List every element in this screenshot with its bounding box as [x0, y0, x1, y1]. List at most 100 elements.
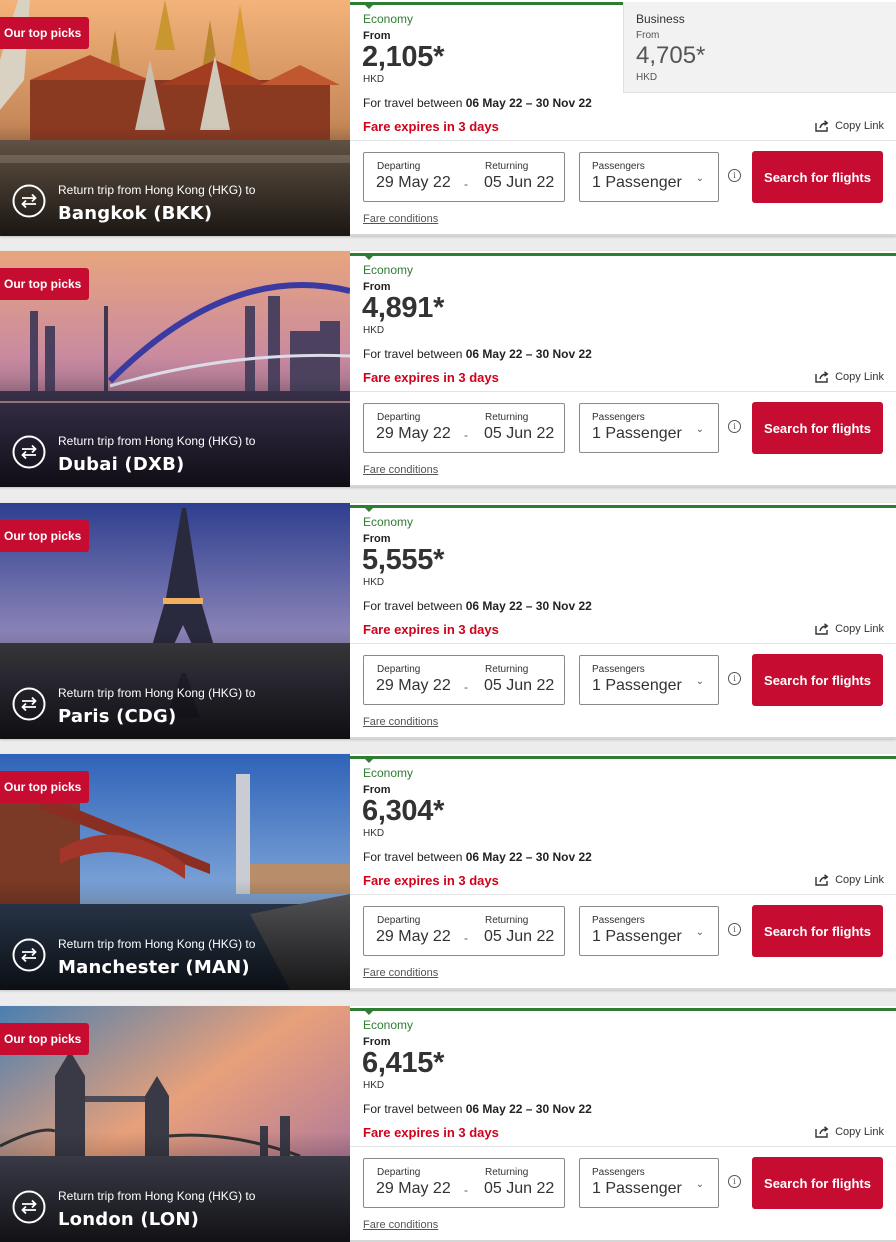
- fare-expiry: Fare expires in 3 days: [363, 873, 499, 888]
- copy-link-button[interactable]: Copy Link: [815, 623, 884, 635]
- business-from-label: From: [636, 30, 660, 41]
- fare-conditions-link[interactable]: Fare conditions: [363, 213, 438, 225]
- round-trip-arrows-icon: [12, 687, 46, 721]
- copy-link-button[interactable]: Copy Link: [815, 120, 884, 132]
- fare-price: 4,891*: [362, 292, 445, 324]
- fare-conditions-link[interactable]: Fare conditions: [363, 464, 438, 476]
- date-selector[interactable]: Departing 29 May 22 - Returning 05 Jun 2…: [363, 1158, 565, 1208]
- copy-link-label: Copy Link: [835, 874, 884, 886]
- fare-price: 5,555*: [362, 544, 445, 576]
- chevron-down-icon: ⌄: [695, 424, 704, 435]
- business-cabin-tab[interactable]: Business From 4,705* HKD: [623, 2, 896, 93]
- travel-period: For travel between 06 May 22 – 30 Nov 22: [363, 347, 592, 361]
- returning-label: Returning: [485, 161, 529, 172]
- copy-link-label: Copy Link: [835, 120, 884, 132]
- tab-pointer: [364, 255, 374, 260]
- trip-label: Return trip from Hong Kong (HKG) to: [58, 183, 256, 197]
- copy-link-button[interactable]: Copy Link: [815, 371, 884, 383]
- search-flights-button[interactable]: Search for flights: [752, 654, 883, 706]
- destination-name: London (LON): [58, 1209, 200, 1230]
- cabin-class-tab[interactable]: Economy: [363, 1018, 413, 1032]
- tab-pointer: [364, 507, 374, 512]
- top-picks-badge: Our top picks: [0, 17, 89, 49]
- destination-photo-bangkok: Our top picks Return trip from Hong Kong…: [0, 0, 350, 236]
- fare-expiry: Fare expires in 3 days: [363, 1125, 499, 1140]
- share-icon: [815, 120, 829, 132]
- share-icon: [815, 874, 829, 886]
- passenger-selector[interactable]: Passengers 1 Passenger ⌄: [579, 655, 719, 705]
- info-icon[interactable]: i: [728, 420, 741, 433]
- search-flights-button[interactable]: Search for flights: [752, 151, 883, 203]
- fare-conditions-link[interactable]: Fare conditions: [363, 716, 438, 728]
- passenger-selector[interactable]: Passengers 1 Passenger ⌄: [579, 152, 719, 202]
- destination-name: Manchester (MAN): [58, 957, 250, 978]
- passenger-selector[interactable]: Passengers 1 Passenger ⌄: [579, 1158, 719, 1208]
- departing-label: Departing: [377, 1167, 421, 1178]
- departing-label: Departing: [377, 412, 421, 423]
- divider: [350, 643, 896, 644]
- cabin-class-tab[interactable]: Economy: [363, 766, 413, 780]
- passenger-selector[interactable]: Passengers 1 Passenger ⌄: [579, 906, 719, 956]
- share-icon: [815, 371, 829, 383]
- fare-detail: Economy From 6,304* HKD For travel betwe…: [350, 754, 896, 990]
- economy-tab-indicator: [350, 1008, 896, 1011]
- cabin-class-tab[interactable]: Economy: [363, 12, 413, 26]
- round-trip-arrows-icon: [12, 184, 46, 218]
- info-icon[interactable]: i: [728, 672, 741, 685]
- round-trip-arrows-icon: [12, 938, 46, 972]
- copy-link-label: Copy Link: [835, 1126, 884, 1138]
- info-icon[interactable]: i: [728, 169, 741, 182]
- economy-tab-indicator: [350, 253, 896, 256]
- travel-period: For travel between 06 May 22 – 30 Nov 22: [363, 1102, 592, 1116]
- returning-label: Returning: [485, 412, 529, 423]
- business-currency: HKD: [636, 72, 658, 83]
- travel-range: 06 May 22 – 30 Nov 22: [465, 850, 592, 864]
- cabin-class-tab[interactable]: Economy: [363, 263, 413, 277]
- search-flights-button[interactable]: Search for flights: [752, 402, 883, 454]
- share-icon: [815, 623, 829, 635]
- fare-conditions-link[interactable]: Fare conditions: [363, 967, 438, 979]
- fare-conditions-link[interactable]: Fare conditions: [363, 1219, 438, 1231]
- copy-link-label: Copy Link: [835, 623, 884, 635]
- date-selector[interactable]: Departing 29 May 22 - Returning 05 Jun 2…: [363, 655, 565, 705]
- returning-label: Returning: [485, 915, 529, 926]
- passenger-count: 1 Passenger: [592, 174, 682, 191]
- fare-expiry: Fare expires in 3 days: [363, 622, 499, 637]
- card-bottom-border: [350, 485, 896, 487]
- chevron-down-icon: ⌄: [695, 676, 704, 687]
- offer-card-bangkok: Our top picks Return trip from Hong Kong…: [0, 0, 896, 236]
- info-icon[interactable]: i: [728, 1175, 741, 1188]
- trip-label: Return trip from Hong Kong (HKG) to: [58, 1189, 256, 1203]
- business-price: 4,705*: [636, 42, 706, 69]
- passengers-label: Passengers: [592, 412, 645, 423]
- copy-link-button[interactable]: Copy Link: [815, 1126, 884, 1138]
- cabin-class-tab[interactable]: Economy: [363, 515, 413, 529]
- date-selector[interactable]: Departing 29 May 22 - Returning 05 Jun 2…: [363, 403, 565, 453]
- date-selector[interactable]: Departing 29 May 22 - Returning 05 Jun 2…: [363, 152, 565, 202]
- returning-label: Returning: [485, 1167, 529, 1178]
- copy-link-button[interactable]: Copy Link: [815, 874, 884, 886]
- divider: [350, 894, 896, 895]
- trip-label: Return trip from Hong Kong (HKG) to: [58, 937, 256, 951]
- fare-price: 6,304*: [362, 795, 445, 827]
- currency: HKD: [363, 1080, 385, 1091]
- destination-name: Bangkok (BKK): [58, 203, 213, 224]
- date-selector[interactable]: Departing 29 May 22 - Returning 05 Jun 2…: [363, 906, 565, 956]
- top-picks-badge: Our top picks: [0, 1023, 89, 1055]
- fare-detail: Economy From 6,415* HKD For travel betwe…: [350, 1006, 896, 1242]
- date-separator: -: [464, 177, 468, 191]
- info-icon[interactable]: i: [728, 923, 741, 936]
- search-flights-button[interactable]: Search for flights: [752, 1157, 883, 1209]
- date-separator: -: [464, 1183, 468, 1197]
- copy-link-label: Copy Link: [835, 371, 884, 383]
- passengers-label: Passengers: [592, 1167, 645, 1178]
- date-separator: -: [464, 428, 468, 442]
- departing-date: 29 May 22: [376, 1180, 451, 1197]
- passenger-selector[interactable]: Passengers 1 Passenger ⌄: [579, 403, 719, 453]
- search-flights-button[interactable]: Search for flights: [752, 905, 883, 957]
- travel-period: For travel between 06 May 22 – 30 Nov 22: [363, 599, 592, 613]
- departing-label: Departing: [377, 664, 421, 675]
- travel-period: For travel between 06 May 22 – 30 Nov 22: [363, 96, 592, 110]
- date-separator: -: [464, 680, 468, 694]
- travel-prefix: For travel between: [363, 347, 463, 361]
